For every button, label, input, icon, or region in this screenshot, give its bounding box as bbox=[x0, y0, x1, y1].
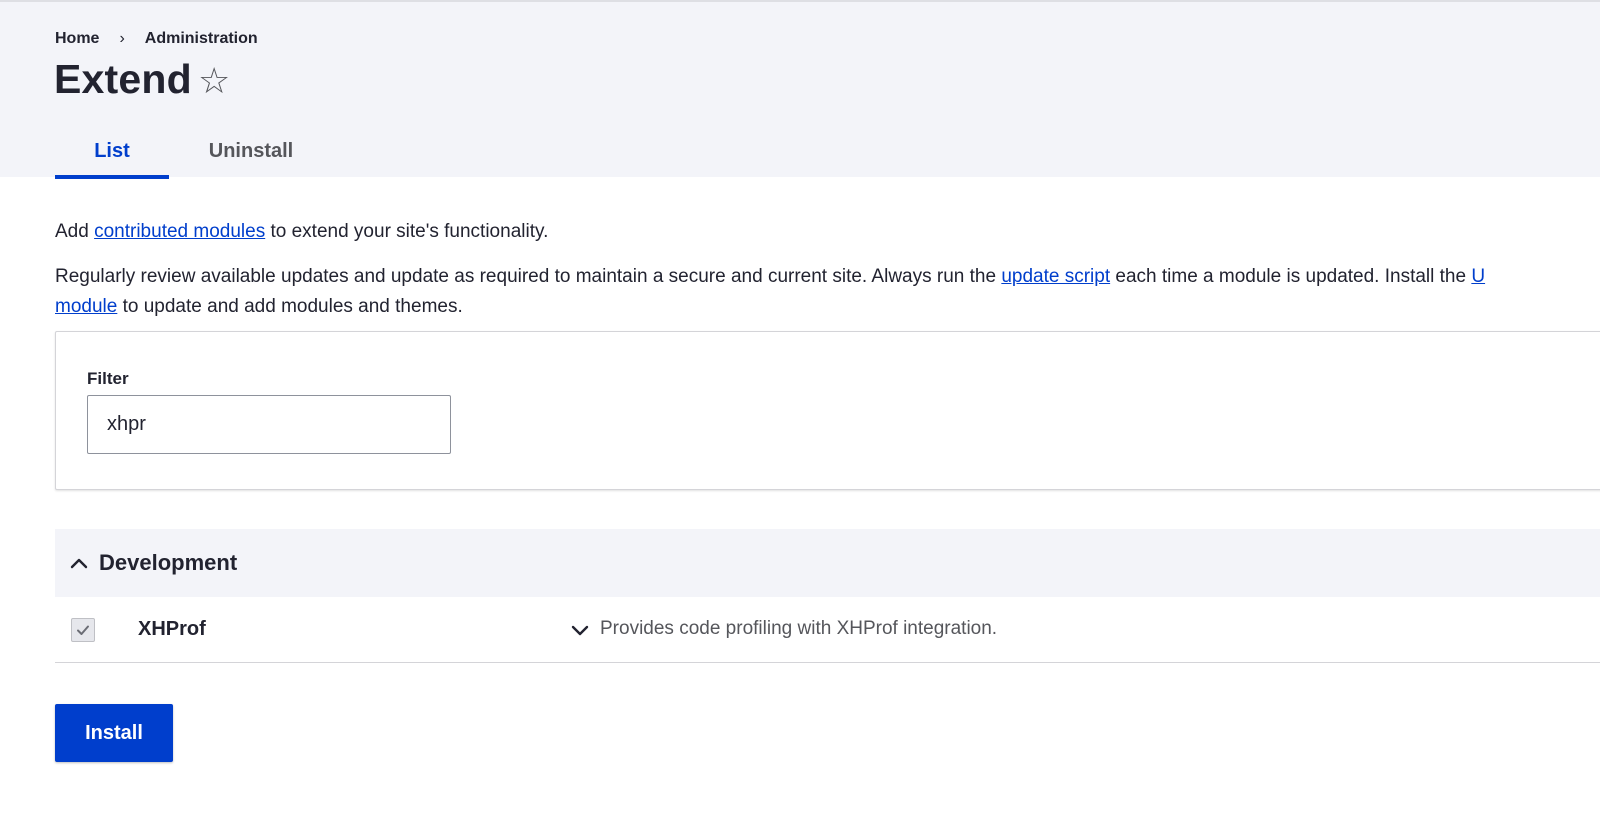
intro-suffix: to extend your site's functionality. bbox=[265, 221, 549, 242]
review-text: Regularly review available updates and u… bbox=[55, 262, 1600, 322]
filter-input[interactable] bbox=[87, 395, 451, 454]
intro-text: Add contributed modules to extend your s… bbox=[55, 220, 548, 244]
table-row: XHProf Provides code profiling with XHPr… bbox=[55, 597, 1600, 663]
update-script-link[interactable]: update script bbox=[1001, 266, 1110, 287]
contributed-modules-link[interactable]: contributed modules bbox=[94, 221, 265, 242]
group-title[interactable]: Development bbox=[99, 550, 237, 576]
filter-label: Filter bbox=[87, 369, 129, 388]
chevron-up-icon[interactable] bbox=[69, 553, 89, 573]
chevron-down-icon[interactable] bbox=[570, 623, 590, 639]
breadcrumb: Home › Administration bbox=[55, 30, 258, 48]
breadcrumb-separator: › bbox=[119, 30, 125, 47]
tabs: List Uninstall bbox=[55, 124, 333, 179]
update-manager-link-continued[interactable]: module bbox=[55, 296, 117, 317]
review-line-2: module to update and add modules and the… bbox=[55, 292, 1600, 322]
group-header-development[interactable]: Development bbox=[55, 529, 1600, 597]
checkmark-icon bbox=[77, 625, 89, 635]
review-text-2: each time a module is updated. Install t… bbox=[1110, 266, 1472, 287]
star-icon[interactable]: ☆ bbox=[198, 61, 230, 101]
module-description[interactable]: Provides code profiling with XHProf inte… bbox=[600, 618, 997, 640]
module-name: XHProf bbox=[138, 618, 206, 640]
filter-panel: Filter bbox=[55, 331, 1600, 490]
breadcrumb-administration[interactable]: Administration bbox=[145, 30, 258, 48]
review-text-1: Regularly review available updates and u… bbox=[55, 266, 1002, 287]
page-title: Extend bbox=[54, 56, 192, 102]
review-text-3: to update and add modules and themes. bbox=[117, 296, 463, 317]
install-button[interactable]: Install bbox=[55, 704, 173, 762]
intro-prefix: Add bbox=[55, 221, 95, 242]
breadcrumb-home[interactable]: Home bbox=[55, 30, 99, 48]
tab-list[interactable]: List bbox=[55, 124, 169, 179]
tab-uninstall[interactable]: Uninstall bbox=[169, 124, 333, 179]
module-checkbox[interactable] bbox=[71, 618, 95, 642]
page-header: Home › Administration Extend ☆ List Unin… bbox=[0, 0, 1600, 179]
update-manager-link[interactable]: U bbox=[1471, 266, 1485, 287]
